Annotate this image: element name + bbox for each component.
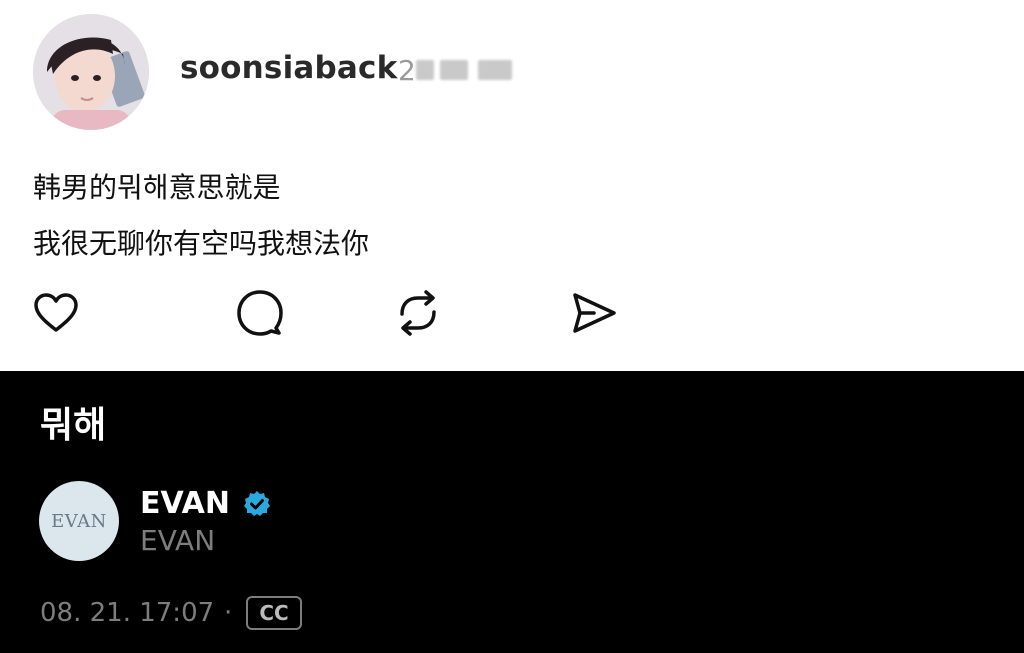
like-button[interactable] [31,288,81,338]
repost-button[interactable] [393,288,443,338]
post-timestamp: 2 [398,54,416,87]
share-icon [573,293,616,333]
repost-icon [400,290,436,336]
blurred-timestamp [478,60,512,80]
avatar-text: EVAN [51,510,107,532]
display-name[interactable]: EVAN [140,486,230,521]
handle: EVAN [140,524,216,557]
comment-button[interactable] [235,288,285,338]
avatar-portrait [33,14,149,130]
post-card: soonsiaback 2 韩男的뭐해意思就是 我很无聊你有空吗我想法你 [0,0,1024,371]
avatar[interactable] [33,14,149,130]
closed-captions-button[interactable]: CC [246,596,302,630]
heart-icon [34,293,78,332]
share-button[interactable] [569,288,619,338]
timestamp: 08. 21. 17:07 [40,598,215,628]
username[interactable]: soonsiaback [180,50,397,86]
comment-icon [237,290,283,336]
separator-dot: · [224,598,233,628]
avatar[interactable]: EVAN [39,481,119,561]
post-text-line: 我很无聊你有空吗我想法你 [33,227,370,260]
post-title: 뭐해 [40,405,107,446]
post-text-line: 韩男的뭐해意思就是 [33,171,281,204]
blurred-timestamp [416,60,434,80]
verified-badge-icon [244,491,270,516]
blurred-timestamp [440,60,468,80]
